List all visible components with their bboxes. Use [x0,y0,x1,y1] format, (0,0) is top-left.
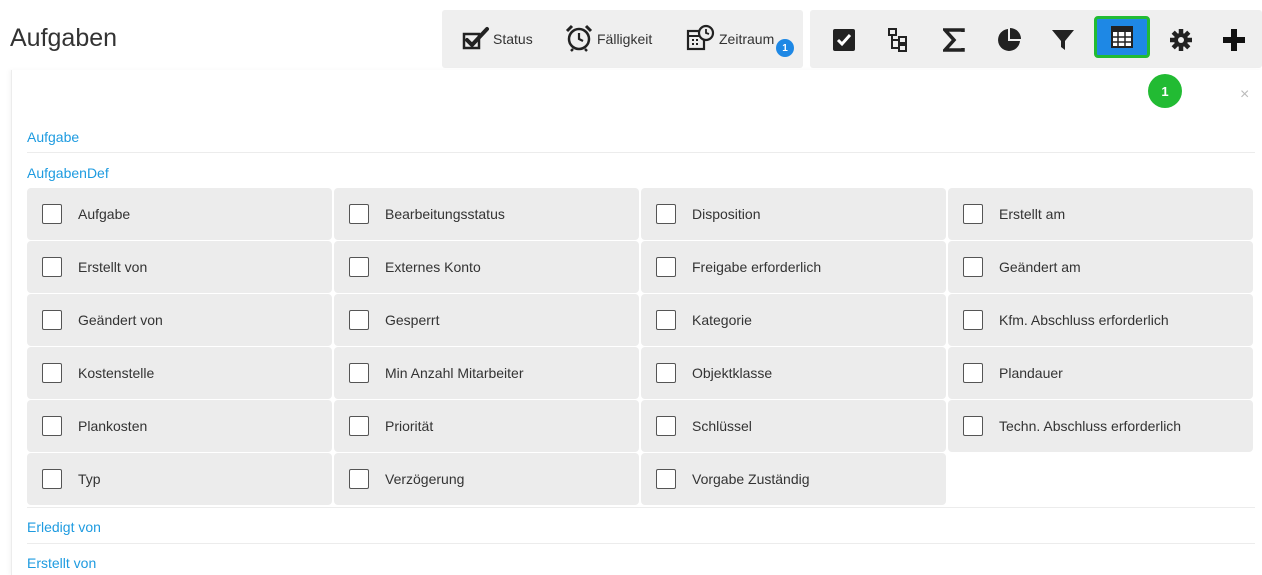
field-label: Priorität [385,418,434,434]
check-icon [462,26,493,53]
field-label: Gesperrt [385,312,440,328]
checkbox[interactable] [963,416,983,436]
gear-icon[interactable] [1165,24,1197,56]
divider [27,543,1255,544]
sigma-icon[interactable] [938,24,970,56]
field-label: Kfm. Abschluss erforderlich [999,312,1169,328]
field-option[interactable]: Kfm. Abschluss erforderlich [948,294,1253,346]
checkbox[interactable] [349,416,369,436]
field-label: Plandauer [999,365,1063,381]
table-icon[interactable] [1094,16,1150,58]
checkbox[interactable] [349,363,369,383]
field-label: Kostenstelle [78,365,155,381]
faelligkeit-filter-button[interactable]: Fälligkeit [564,24,652,54]
field-option[interactable]: Verzögerung [334,453,639,505]
header: Aufgaben Status Fälligkeit Zeitraum 1 [0,0,1262,68]
close-icon[interactable]: × [1240,86,1249,104]
tree-icon[interactable] [882,24,914,56]
field-label: Geändert von [78,312,163,328]
checkbox[interactable] [656,204,676,224]
field-option[interactable]: Aufgabe [27,188,332,240]
checkbox[interactable] [656,363,676,383]
field-option[interactable]: Disposition [641,188,946,240]
section-aufgabe[interactable]: Aufgabe [27,129,79,145]
field-option[interactable]: Geändert am [948,241,1253,293]
alarm-clock-icon [564,24,597,55]
filter-icon[interactable] [1047,24,1079,56]
field-option[interactable]: Erstellt von [27,241,332,293]
field-label: Externes Konto [385,259,481,275]
field-label: Erstellt von [78,259,148,275]
field-option[interactable]: Externes Konto [334,241,639,293]
field-option[interactable]: Priorität [334,400,639,452]
section-erstellt-von[interactable]: Erstellt von [27,555,96,571]
checkbox[interactable] [656,416,676,436]
field-label: Min Anzahl Mitarbeiter [385,365,524,381]
field-option[interactable]: Gesperrt [334,294,639,346]
field-label: Erstellt am [999,206,1066,222]
checkbox[interactable] [349,310,369,330]
field-label: Vorgabe Zuständig [692,471,810,487]
status-filter-label: Status [493,31,533,47]
checkbox[interactable] [42,416,62,436]
field-label: Geändert am [999,259,1081,275]
field-option[interactable]: Objektklasse [641,347,946,399]
page-title: Aufgaben [10,24,118,52]
pie-chart-icon[interactable] [993,24,1025,56]
calendar-clock-icon [686,24,719,55]
divider [27,152,1255,153]
section-aufgabendef[interactable]: AufgabenDef [27,165,109,181]
field-label: Plankosten [78,418,148,434]
field-label: Objektklasse [692,365,773,381]
field-option[interactable]: Techn. Abschluss erforderlich [948,400,1253,452]
checkbox[interactable] [349,469,369,489]
field-label: Freigabe erforderlich [692,259,822,275]
checkbox[interactable] [42,310,62,330]
field-option[interactable]: Bearbeitungsstatus [334,188,639,240]
field-label: Bearbeitungsstatus [385,206,505,222]
field-option[interactable]: Vorgabe Zuständig [641,453,946,505]
checkbox[interactable] [42,257,62,277]
field-option[interactable]: Erstellt am [948,188,1253,240]
field-option[interactable]: Geändert von [27,294,332,346]
field-option[interactable]: Min Anzahl Mitarbeiter [334,347,639,399]
field-label: Disposition [692,206,761,222]
checkbox[interactable] [656,310,676,330]
field-label: Schlüssel [692,418,752,434]
field-label: Verzögerung [385,471,465,487]
checkbox[interactable] [963,310,983,330]
checkbox[interactable] [42,363,62,383]
field-option[interactable]: Kategorie [641,294,946,346]
field-label: Typ [78,471,101,487]
checkbox[interactable] [656,469,676,489]
checkbox[interactable] [656,257,676,277]
check-square-icon[interactable] [828,24,860,56]
zeitraum-filter-label: Zeitraum [719,31,775,47]
toolbar [810,10,1262,68]
field-label: Kategorie [692,312,752,328]
checkbox[interactable] [42,204,62,224]
field-option[interactable]: Schlüssel [641,400,946,452]
checkbox[interactable] [963,257,983,277]
zeitraum-count-badge: 1 [776,39,794,57]
checkbox[interactable] [349,204,369,224]
status-filter-button[interactable]: Status [462,24,533,54]
zeitraum-filter-button[interactable]: Zeitraum [686,24,774,54]
field-option[interactable]: Plandauer [948,347,1253,399]
checkbox[interactable] [42,469,62,489]
checkbox[interactable] [963,204,983,224]
plus-icon[interactable] [1218,24,1250,56]
field-option[interactable]: Typ [27,453,332,505]
checkbox[interactable] [349,257,369,277]
filter-group: Status Fälligkeit Zeitraum 1 [442,10,803,68]
field-option[interactable]: Plankosten [27,400,332,452]
field-option[interactable]: Freigabe erforderlich [641,241,946,293]
field-label: Aufgabe [78,206,131,222]
field-label: Techn. Abschluss erforderlich [999,418,1182,434]
checkbox[interactable] [963,363,983,383]
section-erledigt-von[interactable]: Erledigt von [27,519,101,535]
field-option[interactable]: Kostenstelle [27,347,332,399]
faelligkeit-filter-label: Fälligkeit [597,31,653,47]
divider [27,507,1255,508]
